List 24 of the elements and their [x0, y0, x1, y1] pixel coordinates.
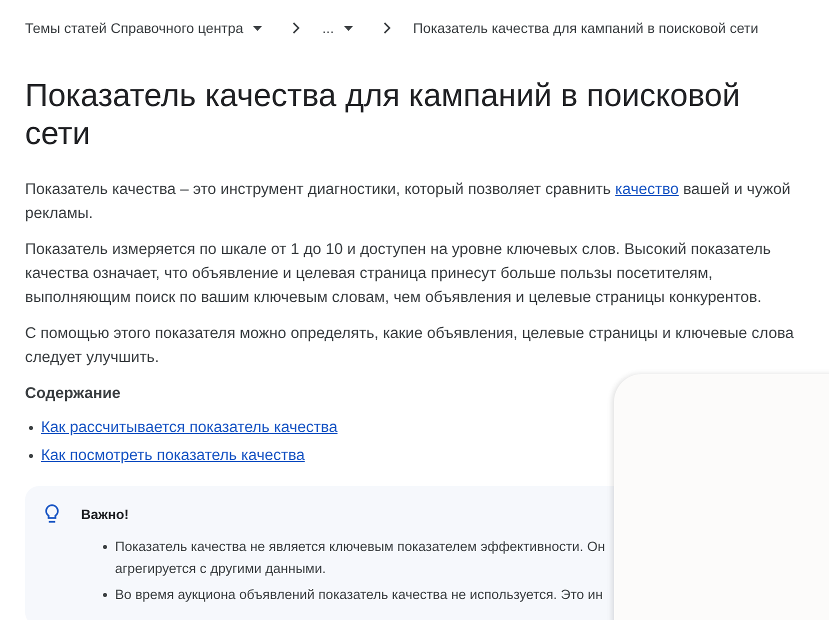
breadcrumb-link[interactable]: Темы статей Справочного центра [25, 20, 244, 36]
bullet-icon [103, 593, 107, 597]
chevron-right-icon [382, 22, 391, 34]
contents-link[interactable]: Как посмотреть показатель качества [41, 442, 305, 470]
breadcrumb-link[interactable]: ... [322, 20, 334, 36]
paragraph: Показатель измеряется по шкале от 1 до 10 и доступен на уровне ключевых слов. Высокий показатель качества означает, что объявление и целевая страница принесут больше пользы посетителям, выполняющим поиск по вашим ключевым словам, чем объявления и целевые страницы конкурентов. [25, 240, 772, 308]
article-title: Показатель качества для кампаний в поисковой сети [25, 76, 742, 152]
paragraph: Показатель качества – это инструмент диагностики, который позволяет сравнить качество вашей и чужой рекламы. [25, 180, 792, 224]
dropdown-caret-icon[interactable] [253, 26, 262, 30]
chevron-right-icon [292, 22, 300, 34]
text-link[interactable]: качество [615, 181, 679, 198]
bullet-icon [103, 545, 107, 549]
callout-text-line: агрегируется с другими данными. [115, 560, 326, 578]
callout-text-line: Показатель качества не является ключевым показателем эффективности. Он [115, 538, 606, 556]
breadcrumb-link[interactable]: Показатель качества для кампаний в поисковой сети [412, 20, 758, 36]
callout-title: Важно! [81, 506, 129, 522]
dropdown-caret-icon[interactable] [344, 26, 353, 30]
lightbulb-icon [45, 504, 59, 524]
bullet-icon [29, 454, 33, 458]
bullet-icon [29, 426, 33, 430]
paragraph: С помощью этого показателя можно определять, какие объявления, целевые страницы и ключевые слова следует улучшить. [25, 324, 795, 368]
callout-text-line: Во время аукциона объявлений показатель качества не используется. Это ин [115, 586, 603, 604]
contents-heading: Содержание [25, 384, 122, 404]
contents-link[interactable]: Как рассчитывается показатель качества [41, 414, 338, 442]
